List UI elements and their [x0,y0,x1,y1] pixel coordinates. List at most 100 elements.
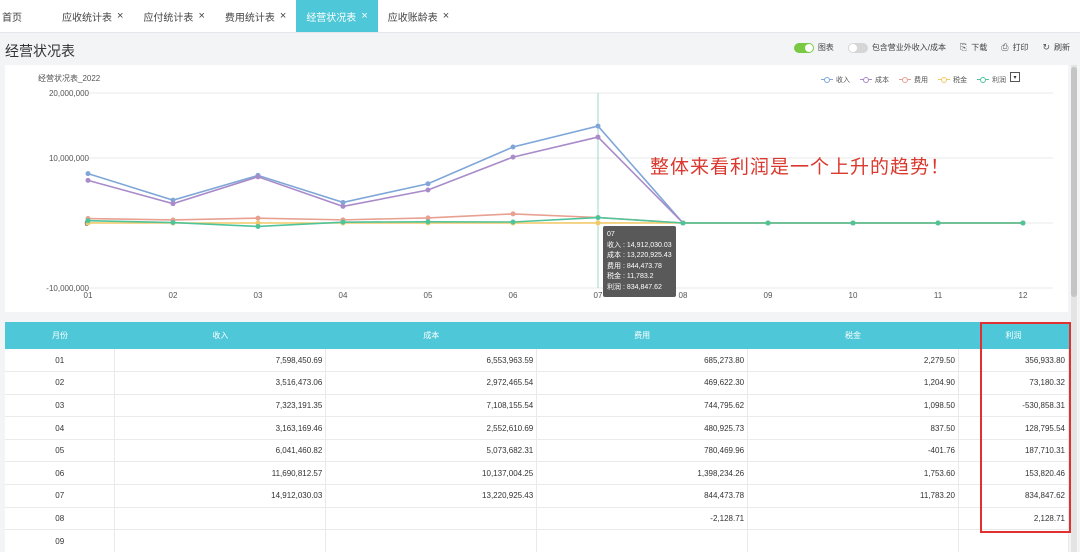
series-line [87,213,1023,224]
legend-item[interactable]: 收入 [821,75,850,85]
data-point [510,219,516,225]
value-cell: -2,128.71 [536,507,749,531]
data-point [510,154,516,160]
page-title: 经营状况表 [5,43,75,59]
month-cell: 08 [5,507,116,531]
tab-payables[interactable]: 应付统计表 × [133,0,214,32]
tab-label: 应付统计表 [143,12,194,24]
close-icon[interactable]: × [198,10,204,22]
tab-home[interactable]: 首页 [0,0,52,32]
data-point [425,181,431,187]
chart-switch[interactable] [793,42,814,53]
close-icon[interactable]: × [443,10,449,22]
table-row[interactable]: 08 -2,128.71 2,128.71 [5,507,1069,531]
tab-label: 应收统计表 [62,12,112,24]
data-point [935,220,941,226]
x-tick-label: 02 [169,291,178,300]
value-cell: 480,925.73 [536,416,749,440]
x-tick-label: 09 [764,291,773,300]
tab-receivables[interactable]: 应收统计表 × [52,0,133,32]
legend-swatch [899,77,911,83]
column-header-expense[interactable]: 费用 [536,322,748,349]
tab-aging[interactable]: 应收账龄表 × [378,0,459,32]
legend-label: 利润 [992,77,1006,84]
value-cell: 7,598,450.69 [114,349,327,373]
tooltip-line: 收入 : 14,912,030.03 [607,241,672,249]
data-point [425,187,431,193]
chart-tooltip: 07 收入 : 14,912,030.03 成本 : 13,220,925.43… [603,226,676,297]
chart-toggle[interactable]: 图表 [793,42,834,53]
month-cell: 01 [5,349,116,373]
value-cell: 2,972,465.54 [325,371,538,395]
legend-swatch [860,77,872,83]
column-header-cost[interactable]: 成本 [325,322,537,349]
data-point [340,199,346,205]
x-tick-label: 03 [254,291,263,300]
scroll-thumb[interactable] [1071,67,1077,297]
table-row[interactable]: 09 [5,529,1069,552]
y-tick-label: 10,000,000 [49,154,90,163]
tab-label: 首页 [2,12,22,24]
download-button[interactable]: ⎘ 下载 [960,42,987,53]
include-toggle-label: 包含营业外收入/成本 [871,43,947,52]
legend-item[interactable]: 成本 [860,75,889,85]
table-row[interactable]: 03 7,323,191.35 7,108,155.54 744,795.62 1,09… [5,394,1069,418]
close-icon[interactable]: × [280,10,286,22]
value-cell [325,507,538,531]
legend-item[interactable]: 利润 [977,75,1006,85]
table-row[interactable]: 01 7,598,450.69 6,553,963.59 685,273.80 2,27… [5,349,1069,373]
include-other-toggle[interactable]: 包含营业外收入/成本 [847,42,947,53]
scrollbar[interactable] [1071,65,1077,552]
chart-toggle-label: 图表 [817,43,834,52]
save-image-icon[interactable]: ▾ [1010,72,1020,82]
legend-label: 税金 [953,77,967,84]
line-chart: 20,000,00010,000,0000-10,000,00001020304… [46,89,1053,300]
close-icon[interactable]: × [361,10,367,22]
table-row[interactable]: 05 6,041,460.82 5,073,682.31 780,469.96 -401… [5,439,1069,463]
value-cell: 11,783.20 [747,484,959,508]
table-row[interactable]: 06 11,690,812.57 10,137,004.25 1,398,234.26… [5,461,1069,486]
profit-column-highlight [980,322,1071,533]
refresh-button[interactable]: ↻ 刷新 [1042,42,1070,53]
tab-label: 经营状况表 [306,12,357,24]
close-icon[interactable]: × [117,10,123,22]
trend-annotation: 整体来看利润是一个上升的趋势！ [650,156,951,178]
value-cell [536,529,749,552]
column-header-revenue[interactable]: 收入 [114,322,326,349]
tab-operations[interactable]: 经营状况表 × [296,0,378,32]
column-header-tax[interactable]: 税金 [747,322,959,349]
legend-item[interactable]: 税金 [938,75,967,85]
tab-expenses[interactable]: 费用统计表 × [215,0,296,32]
value-cell: 1,753.60 [747,461,959,486]
printer-icon: ⎙ [1001,42,1009,52]
data-point [85,171,91,177]
value-cell: 1,098.50 [747,394,959,418]
month-cell: 05 [5,439,116,463]
table-header-row: 月份 收入 成本 费用 税金 利润 [5,322,1069,349]
include-switch[interactable] [847,42,868,53]
value-cell: 2,279.50 [747,349,959,373]
refresh-label: 刷新 [1054,43,1070,52]
value-cell: 5,073,682.31 [325,439,538,463]
legend-item[interactable]: 费用 [899,75,928,85]
data-point [510,211,516,217]
value-cell: 469,622.30 [536,371,749,395]
tab-label: 应收账龄表 [387,12,438,24]
column-header-month[interactable]: 月份 [5,322,115,349]
refresh-icon: ↻ [1042,42,1050,52]
month-cell: 04 [5,416,116,440]
tooltip-line: 税金 : 11,783.2 [607,273,654,280]
print-button[interactable]: ⎙ 打印 [1001,42,1028,53]
month-cell: 07 [5,484,116,508]
table-row[interactable]: 07 14,912,030.03 13,220,925.43 844,473.78 11… [5,484,1069,508]
value-cell [114,507,327,531]
table-row[interactable]: 02 3,516,473.06 2,972,465.54 469,622.30 1,20… [5,371,1069,395]
download-icon: ⎘ [960,42,968,52]
legend-swatch [821,77,833,83]
table-row[interactable]: 04 3,163,169.46 2,552,610.69 480,925.73 837.… [5,416,1069,440]
y-tick-label: 20,000,000 [49,89,90,98]
data-table: 月份 收入 成本 费用 税金 利润 01 7,598,450.69 6,553,96… [5,322,1069,552]
value-cell: 3,163,169.46 [114,416,327,440]
x-tick-label: 08 [679,291,688,300]
value-cell: 685,273.80 [536,349,749,373]
